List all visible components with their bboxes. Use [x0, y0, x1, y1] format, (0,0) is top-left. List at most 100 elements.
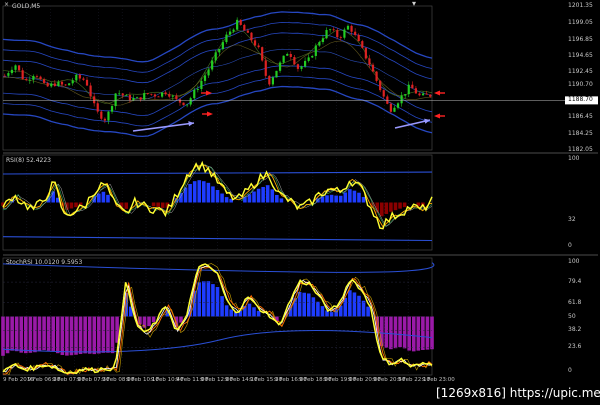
candle-body: [50, 83, 53, 87]
candle-body: [375, 71, 378, 81]
stoch-histogram-bar: [220, 296, 224, 317]
candle-body: [393, 107, 396, 112]
candle-body: [32, 76, 35, 80]
rsi-histogram-bar: [124, 202, 129, 209]
stoch-histogram-bar: [302, 292, 307, 317]
candle-body: [164, 92, 167, 95]
rsi-axis-label: 32: [568, 215, 576, 223]
rsi-histogram-bar: [279, 198, 284, 203]
stoch-histogram-bar: [10, 316, 14, 351]
stoch-histogram-bar: [37, 316, 42, 352]
rsi-histogram-bar: [393, 202, 398, 211]
candle-body: [93, 96, 96, 104]
stoch-histogram-bar: [147, 316, 151, 327]
chart-canvas[interactable]: [0, 0, 600, 405]
stoch-histogram-bar: [74, 316, 78, 355]
watermark-text: [1269x816] https://upic.me/: [436, 386, 600, 400]
candle-body: [3, 75, 6, 77]
candle-body: [193, 89, 196, 99]
candle-body: [421, 93, 425, 96]
candle-body: [10, 69, 14, 74]
candle-body: [128, 95, 132, 101]
candle-body: [114, 93, 117, 107]
stoch-axis-label: 23.6: [568, 343, 582, 351]
rsi-histogram-bar: [188, 183, 192, 203]
rsi-histogram-bar: [334, 195, 338, 203]
candle-body: [404, 94, 407, 96]
rsi-histogram-bar: [270, 189, 275, 203]
blue-trend-arrow-icon: [132, 122, 195, 132]
price-axis-label: 1199.05: [568, 19, 593, 27]
stoch-histogram-bar: [215, 287, 220, 317]
rsi-histogram-bar: [352, 190, 357, 203]
rsi-histogram-bar: [398, 202, 402, 209]
candle-body: [203, 75, 207, 81]
price-axis-label: 1194.65: [568, 51, 593, 59]
stoch-histogram-bar: [357, 295, 361, 317]
stoch-axis-label: 61.8: [568, 298, 582, 306]
close-icon[interactable]: ×: [4, 2, 10, 8]
candle-body: [357, 34, 360, 42]
candle-body: [228, 31, 232, 35]
candle-body: [368, 58, 371, 65]
candle-body: [150, 93, 153, 95]
rsi-histogram-bar: [389, 202, 393, 212]
rsi-histogram-bar: [202, 181, 206, 203]
candle-body: [143, 93, 146, 100]
candle-body: [118, 93, 121, 95]
candle-body: [414, 88, 418, 94]
candle-body: [364, 47, 367, 59]
rsi-histogram-bar: [357, 192, 361, 203]
candle-body: [261, 47, 264, 61]
stoch-histogram-bar: [252, 307, 256, 317]
stoch-histogram-bar: [306, 293, 311, 317]
rsi-histogram-bar: [252, 191, 256, 203]
candle-body: [157, 96, 160, 98]
candle-body: [171, 95, 174, 97]
rsi-histogram-bar: [101, 191, 106, 203]
candle-body: [264, 60, 267, 76]
price-axis-label: 1182.05: [568, 146, 593, 153]
candle-body: [354, 31, 357, 35]
stoch-histogram-bar: [92, 316, 97, 355]
stoch-histogram-bar: [402, 316, 407, 349]
candle-body: [100, 111, 103, 119]
candle-body: [232, 29, 235, 32]
candle-body: [239, 19, 242, 25]
chart-menu-icon[interactable]: ▾: [412, 0, 416, 8]
rsi-histogram-bar: [197, 180, 202, 203]
candle-body: [189, 98, 192, 105]
stoch-histogram-bar: [343, 297, 348, 317]
candle-body: [257, 45, 260, 48]
candle-body: [200, 80, 203, 90]
stoch-histogram-bar: [425, 316, 430, 350]
candle-body: [53, 83, 56, 86]
candle-body: [371, 64, 375, 72]
stoch-histogram-bar: [60, 316, 65, 356]
current-price-label: 1188.70: [568, 96, 593, 104]
stoch-axis-label: 79.4: [568, 278, 582, 286]
candle-body: [336, 30, 339, 38]
candle-body: [346, 25, 350, 30]
candle-body: [78, 74, 81, 79]
stoch-histogram-bar: [14, 316, 19, 352]
stoch-histogram-bar: [78, 316, 83, 355]
candle-body: [60, 81, 64, 85]
candle-body: [425, 93, 428, 95]
candle-body: [236, 19, 239, 30]
stoch-histogram-bar: [348, 290, 352, 317]
stoch-histogram-bar: [87, 316, 92, 354]
candle-body: [300, 66, 303, 69]
candle-body: [407, 84, 410, 95]
candle-body: [146, 93, 149, 94]
rsi-histogram-bar: [275, 194, 279, 203]
stoch-histogram-bar: [389, 316, 393, 350]
candle-body: [17, 65, 21, 71]
price-axis-label: 1201.35: [568, 2, 593, 9]
candle-body: [214, 52, 217, 61]
candle-body: [85, 79, 89, 86]
stoch-histogram-bar: [151, 316, 156, 323]
candle-body: [361, 41, 364, 48]
candle-body: [389, 103, 392, 112]
rsi-histogram-bar: [379, 202, 384, 217]
